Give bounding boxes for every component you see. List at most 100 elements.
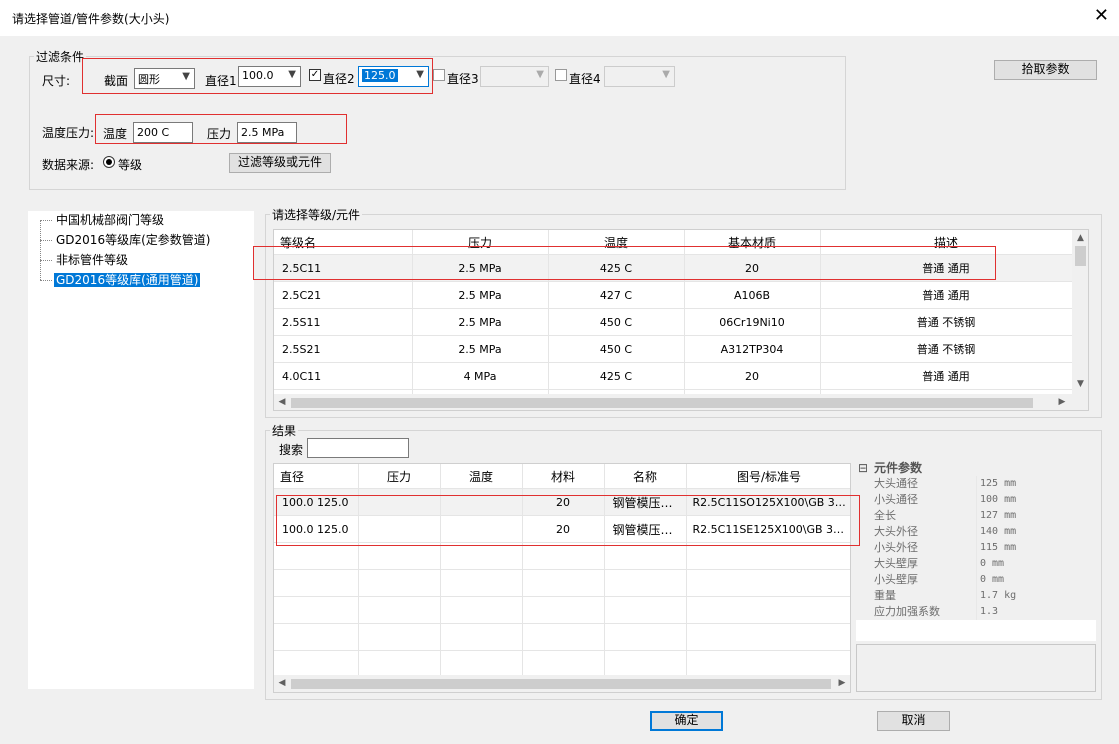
cell-description: 普通 不锈钢 xyxy=(820,308,1073,336)
prop-row[interactable]: 小头通径 100 mm xyxy=(856,492,1096,508)
empty-cell xyxy=(274,650,359,678)
table-row[interactable]: 100.0 125.0 20 钢管模压… R2.5C11SE125X100\GB… xyxy=(274,515,850,543)
tree-item-gd2016-fixed[interactable]: GD2016等级库(定参数管道) xyxy=(28,231,212,249)
scroll-thumb[interactable] xyxy=(291,398,1033,408)
prop-divider xyxy=(976,476,977,492)
diameter3-checkbox[interactable] xyxy=(433,69,445,81)
scroll-left-icon[interactable]: ◀ xyxy=(276,677,288,689)
diameter4-checkbox[interactable] xyxy=(555,69,567,81)
temperature-input[interactable]: 200 C xyxy=(133,122,193,143)
col-name[interactable]: 名称 xyxy=(604,464,687,489)
empty-cell xyxy=(522,596,605,624)
results-group-label: 结果 xyxy=(272,424,297,438)
chevron-down-icon: ▼ xyxy=(416,69,424,80)
diameter4-select[interactable]: ▼ xyxy=(604,66,675,87)
scroll-down-icon[interactable]: ▼ xyxy=(1072,378,1088,390)
table-row[interactable]: 100.0 125.0 20 钢管模压… R2.5C11SO125X100\GB… xyxy=(274,488,850,516)
cancel-button[interactable]: 取消 xyxy=(877,711,950,731)
col-drawing-standard[interactable]: 图号/标准号 xyxy=(686,464,850,489)
results-hscrollbar[interactable]: ◀ ▶ xyxy=(274,675,850,692)
grades-list: 等级名 压力 温度 基本材质 描述 2.5C11 2.5 MPa 425 C 2… xyxy=(273,229,1089,411)
props-header[interactable]: ⊟ 元件参数 xyxy=(856,459,1096,477)
col-description[interactable]: 描述 xyxy=(820,230,1073,255)
prop-row[interactable]: 小头壁厚 0 mm xyxy=(856,572,1096,588)
col-pressure[interactable]: 压力 xyxy=(412,230,549,255)
cell-grade-name: 2.5S21 xyxy=(274,335,413,363)
prop-divider xyxy=(976,604,977,620)
empty-cell xyxy=(522,542,605,570)
temp-pressure-label: 温度压力: xyxy=(42,126,95,140)
chevron-down-icon: ▼ xyxy=(536,69,544,80)
diameter2-select[interactable]: 125.0 ▼ xyxy=(358,66,429,87)
diameter1-select[interactable]: 100.0 ▼ xyxy=(238,66,301,87)
pick-params-button[interactable]: 拾取参数 xyxy=(994,60,1097,80)
cell-material: 06Cr19Ni10 xyxy=(684,308,821,336)
col-material[interactable]: 材料 xyxy=(522,464,605,489)
table-row[interactable]: 2.5C21 2.5 MPa 427 C A106B 普通 通用 xyxy=(274,281,1073,309)
tree-item-label: 非标管件等级 xyxy=(56,253,129,267)
close-icon[interactable]: ✕ xyxy=(1094,6,1109,26)
scroll-left-icon[interactable]: ◀ xyxy=(276,396,288,408)
cell-temperature xyxy=(440,515,523,543)
scroll-right-icon[interactable]: ▶ xyxy=(1056,396,1068,408)
grades-vscrollbar[interactable]: ▲ ▼ xyxy=(1072,230,1088,394)
table-row[interactable]: 2.5S11 2.5 MPa 450 C 06Cr19Ni10 普通 不锈钢 xyxy=(274,308,1073,336)
search-label: 搜索 xyxy=(279,443,304,457)
col-material[interactable]: 基本材质 xyxy=(684,230,821,255)
cell-temperature: 450 C xyxy=(548,335,685,363)
empty-cell xyxy=(358,542,441,570)
search-input[interactable] xyxy=(307,438,409,458)
scroll-thumb[interactable] xyxy=(1075,246,1086,266)
cell-diameter: 100.0 125.0 xyxy=(274,488,359,516)
table-row[interactable]: 2.5C11 2.5 MPa 425 C 20 普通 通用 xyxy=(274,254,1073,282)
filter-group-label: 过滤条件 xyxy=(36,50,85,64)
scroll-up-icon[interactable]: ▲ xyxy=(1072,232,1088,244)
ok-button[interactable]: 确定 xyxy=(650,711,723,731)
grades-hscrollbar[interactable]: ◀ ▶ xyxy=(274,394,1088,410)
section-select[interactable]: 圆形 ▼ xyxy=(134,68,195,89)
col-pressure[interactable]: 压力 xyxy=(358,464,441,489)
diameter2-label: 直径2 xyxy=(323,72,355,86)
section-select-value: 圆形 xyxy=(138,73,160,86)
source-grade-radio[interactable] xyxy=(103,156,115,168)
scroll-thumb[interactable] xyxy=(291,679,831,689)
cell-description: 普通 通用 xyxy=(820,254,1073,282)
prop-value: 140 mm xyxy=(980,526,1017,537)
tree-item-nonstandard[interactable]: 非标管件等级 xyxy=(28,251,130,269)
scroll-right-icon[interactable]: ▶ xyxy=(836,677,848,689)
prop-divider xyxy=(976,524,977,540)
col-temperature[interactable]: 温度 xyxy=(440,464,523,489)
diameter2-checkbox[interactable]: ✓ xyxy=(309,69,321,81)
cell-pressure: 2.5 MPa xyxy=(412,254,549,282)
table-row[interactable]: 4.0C11 4 MPa 425 C 20 普通 通用 xyxy=(274,362,1073,390)
prop-row[interactable]: 大头壁厚 0 mm xyxy=(856,556,1096,572)
cell-pressure: 2.5 MPa xyxy=(412,308,549,336)
empty-cell xyxy=(274,569,359,597)
filter-grades-button[interactable]: 过滤等级或元件 xyxy=(229,153,331,173)
cell-name: 钢管模压… xyxy=(604,515,687,543)
prop-row[interactable]: 小头外径 115 mm xyxy=(856,540,1096,556)
empty-cell xyxy=(274,623,359,651)
cell-pressure: 4 MPa xyxy=(412,362,549,390)
prop-row[interactable]: 重量 1.7 kg xyxy=(856,588,1096,604)
collapse-icon[interactable]: ⊟ xyxy=(858,459,868,477)
pressure-input[interactable]: 2.5 MPa xyxy=(237,122,297,143)
col-diameter[interactable]: 直径 xyxy=(274,464,359,489)
cell-description: 普通 不锈钢 xyxy=(820,335,1073,363)
prop-value: 0 mm xyxy=(980,558,1005,569)
empty-cell xyxy=(686,596,850,624)
empty-cell xyxy=(358,650,441,678)
col-temperature[interactable]: 温度 xyxy=(548,230,685,255)
prop-value: 1.3 xyxy=(980,606,999,617)
tree-item-gd2016-general[interactable]: GD2016等级库(通用管道) xyxy=(28,271,201,289)
prop-row[interactable]: 大头外径 140 mm xyxy=(856,524,1096,540)
prop-row[interactable]: 全长 127 mm xyxy=(856,508,1096,524)
prop-divider xyxy=(976,540,977,556)
tree-item-machinery-valve[interactable]: 中国机械部阀门等级 xyxy=(28,211,166,229)
diameter3-select[interactable]: ▼ xyxy=(480,66,549,87)
prop-row[interactable]: 应力加强系数 1.3 xyxy=(856,604,1096,620)
table-row[interactable]: 2.5S21 2.5 MPa 450 C A312TP304 普通 不锈钢 xyxy=(274,335,1073,363)
prop-row[interactable]: 大头通径 125 mm xyxy=(856,476,1096,492)
col-grade-name[interactable]: 等级名 xyxy=(274,230,413,255)
empty-cell xyxy=(358,596,441,624)
